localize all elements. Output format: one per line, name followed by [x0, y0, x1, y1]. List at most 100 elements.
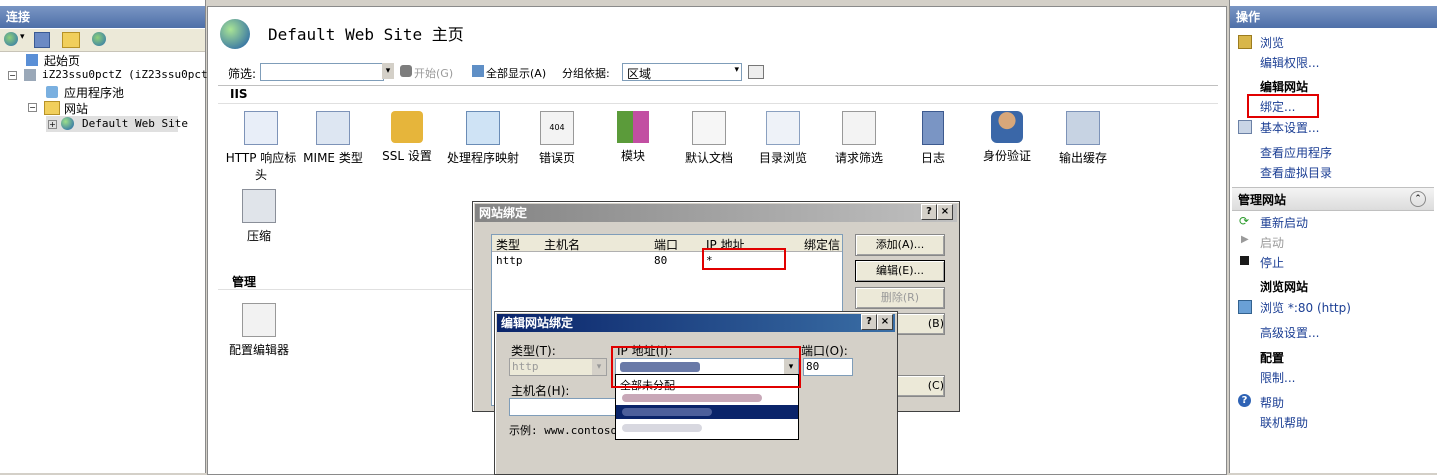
logging-icon — [922, 111, 944, 145]
edit-binding-button[interactable]: 编辑(E)... — [855, 260, 945, 282]
column-binding-info[interactable]: 绑定信 — [804, 236, 840, 253]
feature-label: 配置编辑器 — [228, 343, 289, 357]
filter-dropdown-icon[interactable]: ▾ — [382, 63, 394, 79]
ip-dropdown-highlight — [611, 346, 801, 388]
action-stop[interactable]: 停止 — [1260, 254, 1284, 271]
tree-label-default-site: Default Web Site — [82, 117, 188, 130]
feature-mime[interactable]: MIME 类型 — [294, 111, 372, 166]
help-button[interactable]: ? — [861, 314, 877, 330]
action-edit-permissions[interactable]: 编辑权限... — [1260, 54, 1319, 71]
tree-label-start: 起始页 — [44, 54, 81, 68]
add-binding-button[interactable]: 添加(A)... — [855, 234, 945, 256]
feature-config-editor[interactable]: 配置编辑器 — [220, 303, 298, 358]
sites-folder-icon — [44, 101, 60, 115]
manage-site-header-bar: 管理网站 ⌃ — [1232, 187, 1434, 211]
action-start[interactable]: 启动 — [1260, 234, 1284, 251]
feature-errors[interactable]: 404 错误页 — [518, 111, 596, 166]
expand-minus-icon[interactable]: − — [8, 71, 17, 80]
feature-label: 处理程序映射 — [446, 151, 519, 165]
port-input[interactable]: 80 — [803, 358, 853, 376]
remove-binding-button[interactable]: 删除(R) — [855, 287, 945, 309]
action-online-help[interactable]: 联机帮助 — [1260, 414, 1308, 431]
close-button[interactable]: × — [877, 314, 893, 330]
action-view-vdirs[interactable]: 查看虚拟目录 — [1260, 164, 1332, 181]
column-port[interactable]: 端口 — [654, 236, 678, 253]
save-icon[interactable] — [34, 32, 50, 48]
feature-logging[interactable]: 日志 — [894, 111, 972, 166]
folder-up-icon[interactable] — [62, 32, 80, 48]
feature-label: 目录浏览 — [758, 151, 807, 165]
feature-output-cache[interactable]: 输出缓存 — [1044, 111, 1122, 166]
config-header: 配置 — [1260, 351, 1285, 365]
feature-modules[interactable]: 模块 — [594, 111, 672, 164]
action-advanced-settings[interactable]: 高级设置... — [1260, 324, 1319, 341]
feature-label: 错误页 — [538, 151, 575, 165]
action-basic-settings[interactable]: 基本设置... — [1260, 119, 1319, 136]
host-input[interactable] — [509, 398, 617, 416]
error-404-icon: 404 — [540, 111, 574, 145]
connect-icon[interactable] — [4, 32, 18, 46]
expand-minus-icon[interactable]: − — [28, 103, 37, 112]
action-restart[interactable]: 重新启动 — [1260, 214, 1308, 231]
globe-icon — [61, 117, 74, 130]
group-by-label: 分组依据: — [562, 67, 610, 80]
action-browse-80[interactable]: 浏览 *:80 (http) — [1260, 299, 1351, 316]
server-icon — [24, 69, 36, 81]
authentication-icon — [991, 111, 1023, 143]
port-value: 80 — [806, 360, 820, 373]
connections-toolbar: ▾ — [0, 29, 205, 52]
handler-mappings-icon — [466, 111, 500, 145]
feature-compression[interactable]: 压缩 — [220, 189, 298, 244]
type-value: http — [512, 360, 539, 373]
basic-settings-icon — [1238, 120, 1252, 134]
disconnect-icon[interactable] — [92, 32, 106, 46]
feature-label: 压缩 — [246, 229, 271, 243]
expand-plus-icon[interactable]: + — [48, 120, 57, 129]
redacted-text — [622, 394, 762, 402]
tree-label-app-pools: 应用程序池 — [64, 86, 125, 100]
feature-http-headers[interactable]: HTTP 响应标头 — [222, 111, 300, 183]
feature-label: 日志 — [920, 151, 945, 165]
mime-icon — [316, 111, 350, 145]
view-mode-icon[interactable] — [748, 65, 764, 79]
filter-divider — [218, 85, 1218, 86]
action-limits[interactable]: 限制... — [1260, 369, 1295, 386]
dropdown-arrow-icon[interactable]: ▾ — [20, 32, 25, 42]
feature-request-filter[interactable]: 请求筛选 — [820, 111, 898, 166]
feature-dir-browse[interactable]: 目录浏览 — [744, 111, 822, 166]
table-row[interactable]: http 80 * — [492, 253, 842, 269]
feature-handlers[interactable]: 处理程序映射 — [444, 111, 522, 166]
bindings-highlight — [1247, 94, 1319, 118]
help-button[interactable]: ? — [921, 204, 937, 220]
tree-label-server: iZ23ssu0pctZ (iZ23ssu0pctZ — [42, 68, 215, 81]
action-browse[interactable]: 浏览 — [1260, 34, 1284, 51]
collapse-icon[interactable]: ⌃ — [1410, 191, 1426, 207]
ip-option-selected[interactable] — [616, 405, 798, 419]
show-all-button[interactable]: 全部显示(A) — [486, 65, 546, 81]
start-filter-button[interactable]: 开始(G) — [414, 65, 453, 81]
feature-ssl[interactable]: SSL 设置 — [368, 111, 446, 164]
ip-option-redacted[interactable] — [616, 391, 798, 405]
binoculars-icon[interactable] — [400, 65, 412, 77]
filter-input[interactable] — [260, 63, 384, 81]
tree-default-site[interactable]: + Default Web Site — [46, 116, 188, 132]
type-select[interactable]: http ▾ — [509, 358, 607, 376]
chevron-down-icon: ▾ — [592, 359, 606, 375]
show-all-icon[interactable] — [472, 65, 484, 77]
feature-default-doc[interactable]: 默认文档 — [670, 111, 748, 166]
column-type[interactable]: 类型 — [496, 236, 520, 253]
column-host[interactable]: 主机名 — [544, 236, 580, 253]
ip-option-redacted[interactable] — [616, 421, 798, 435]
feature-auth[interactable]: 身份验证 — [968, 111, 1046, 164]
directory-browsing-icon — [766, 111, 800, 145]
page-title: Default Web Site 主页 — [268, 25, 464, 44]
row-type: http — [496, 254, 523, 267]
action-view-applications[interactable]: 查看应用程序 — [1260, 144, 1332, 161]
feature-label: 默认文档 — [684, 151, 733, 165]
edit-binding-title-bar: 编辑网站绑定 — [497, 314, 895, 332]
group-by-select[interactable]: 区域 ▾ — [622, 63, 742, 81]
close-button[interactable]: × — [937, 204, 953, 220]
action-help[interactable]: 帮助 — [1260, 394, 1284, 411]
feature-label: 输出缓存 — [1058, 151, 1107, 165]
feature-label: 身份验证 — [982, 149, 1031, 163]
